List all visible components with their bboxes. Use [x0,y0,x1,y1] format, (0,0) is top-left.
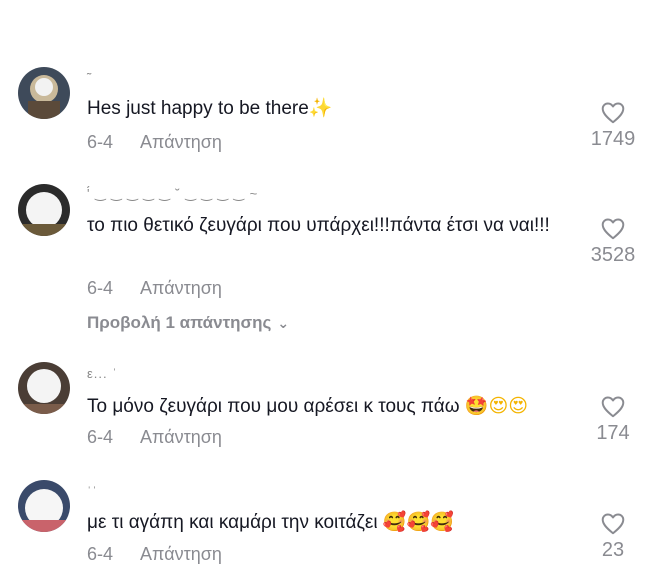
like-count: 3528 [590,244,636,266]
like-button[interactable]: 3528 [583,216,643,267]
username[interactable]: ε... ˈ [87,366,118,381]
comment-date: 6-4 [87,427,114,447]
like-count: 1749 [590,128,636,150]
avatar-image [18,362,70,414]
avatar[interactable] [18,184,70,236]
star-eyes-emoji: 🤩😍😍 [464,395,529,417]
comment-text-body: με τι αγάπη και καμάρι την κοιτάζει [87,512,378,533]
like-count: 23 [601,539,625,561]
heart-icon[interactable] [600,100,626,126]
like-button[interactable]: 174 [583,394,643,445]
like-count: 174 [596,422,630,444]
comment-meta: 6-4 Απάντηση [87,132,222,153]
comment-text-body: Το μόνο ζευγάρι που μου αρέσει κ τους πά… [87,396,460,417]
avatar[interactable] [18,480,70,532]
username[interactable]: '́́ ‿ ‿ ‿ ‿ ‿ ˘ ‿ ‿ ‿ ‿ ~ [87,186,258,202]
reply-button[interactable]: Απάντηση [140,427,222,448]
heart-icon[interactable] [600,216,626,242]
avatar-image [18,480,70,532]
comment-date: 6-4 [87,132,114,152]
comment-text: Το μόνο ζευγάρι που μου αρέσει κ τους πά… [87,392,567,421]
like-button[interactable]: 23 [583,511,643,562]
comment-text-body: το πιο θετικό ζευγάρι που υπάρχει!!!πάντ… [87,215,550,236]
comment-meta: 6-4 Απάντηση [87,427,222,448]
view-replies-label: Προβολή 1 απάντησης [87,313,272,332]
comment-date: 6-4 [87,544,114,564]
heart-icon[interactable] [600,511,626,537]
avatar[interactable] [18,67,70,119]
avatar-image [18,184,70,236]
heart-icon[interactable] [600,394,626,420]
like-button[interactable]: 1749 [583,100,643,151]
reply-button[interactable]: Απάντηση [140,132,222,153]
comment-text: με τι αγάπη και καμάρι την κοιτάζει 🥰🥰🥰 [87,508,567,537]
comment-meta: 6-4 Απάντηση [87,544,222,565]
avatar[interactable] [18,362,70,414]
comment-text: το πιο θετικό ζευγάρι που υπάρχει!!!πάντ… [87,212,567,240]
username[interactable]: ˜ [87,70,92,85]
avatar-image [18,67,70,119]
comment-text: Hes just happy to be there✨ [87,94,567,123]
smiling-hearts-emoji: 🥰🥰🥰 [382,511,454,533]
comment-text-body: Hes just happy to be there [87,98,309,119]
view-replies-button[interactable]: Προβολή 1 απάντησης ⌄ [87,313,289,333]
reply-button[interactable]: Απάντηση [140,278,222,299]
username[interactable]: ˈˈ [87,484,98,499]
reply-button[interactable]: Απάντηση [140,544,222,565]
chevron-down-icon: ⌄ [277,315,290,331]
sparkles-emoji: ✨ [308,97,333,119]
comment-date: 6-4 [87,278,114,298]
comment-meta: 6-4 Απάντηση [87,278,222,299]
